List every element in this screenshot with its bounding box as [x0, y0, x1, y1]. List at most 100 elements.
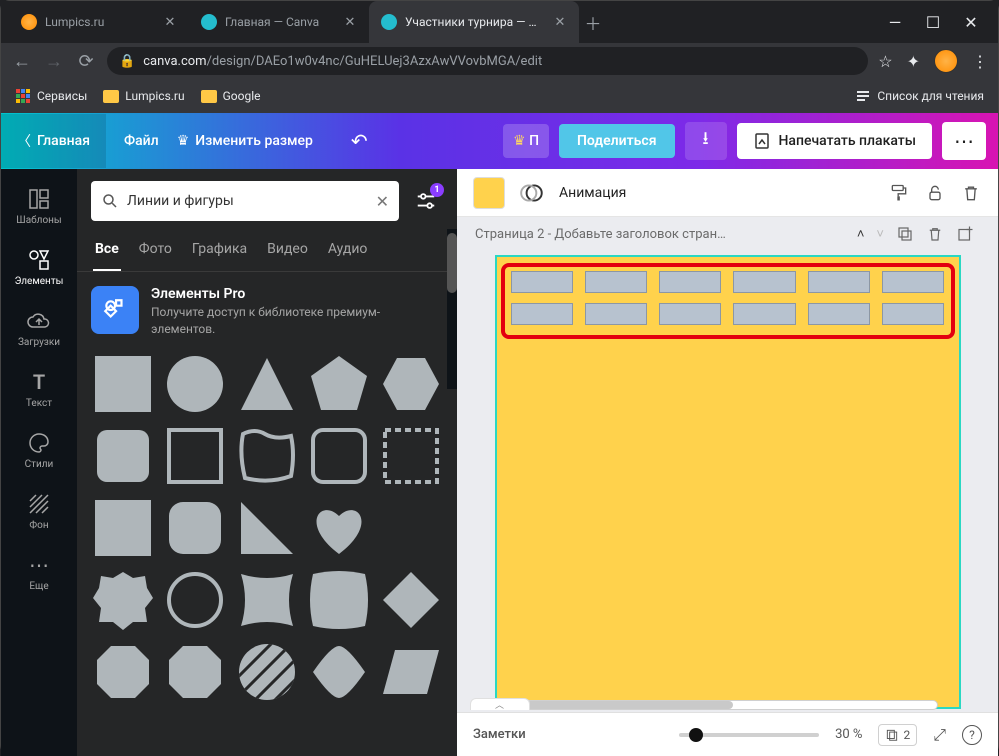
page-title[interactable]: Страница 2 - Добавьте заголовок стран…	[475, 227, 726, 242]
fullscreen-icon[interactable]: ⤢	[933, 725, 946, 745]
shape-circle[interactable]	[163, 352, 227, 416]
rail-more[interactable]: ⋯ Еще	[5, 545, 73, 600]
apps-shortcut[interactable]: Сервисы	[15, 88, 87, 104]
zoom-value[interactable]: 30 %	[835, 727, 862, 742]
search-box[interactable]: ✕	[91, 181, 399, 221]
more-button[interactable]: ⋯	[942, 122, 986, 160]
reading-list[interactable]: Список для чтения	[855, 88, 984, 104]
rail-text[interactable]: T Текст	[5, 362, 73, 417]
elements-icon	[27, 248, 51, 272]
rail-templates[interactable]: Шаблоны	[5, 179, 73, 234]
add-page-icon[interactable]	[956, 225, 974, 243]
shape-cushion[interactable]	[307, 568, 371, 632]
shape-badge[interactable]	[91, 568, 155, 632]
help-icon[interactable]: ?	[962, 725, 982, 745]
shape-square-outline[interactable]	[163, 424, 227, 488]
horizontal-scrollbar[interactable]	[483, 698, 938, 712]
trash-icon[interactable]	[926, 225, 944, 243]
paint-roller-icon[interactable]	[888, 183, 910, 203]
browser-tab[interactable]: Lumpics.ru ✕	[9, 1, 189, 43]
print-button[interactable]: Напечатать плакаты	[737, 123, 933, 159]
close-window-icon[interactable]: ✕	[964, 13, 978, 32]
shape-pentagon[interactable]	[307, 352, 371, 416]
notes-button[interactable]: Заметки	[473, 727, 526, 742]
maximize-icon[interactable]: ☐	[926, 13, 940, 32]
lock-icon: 🔒	[119, 54, 135, 69]
premium-badge[interactable]: ♛ П	[503, 124, 549, 158]
star-icon[interactable]: ☆	[878, 52, 892, 71]
shape-rounded-square-2[interactable]	[163, 496, 227, 560]
duplicate-icon[interactable]	[896, 225, 914, 243]
slider-knob[interactable]	[689, 728, 703, 742]
reload-button[interactable]: ⟳	[75, 51, 97, 72]
download-button[interactable]: ⭳	[685, 122, 727, 160]
shape-heart[interactable]	[307, 496, 371, 560]
shape-circle-outline[interactable]	[163, 568, 227, 632]
clear-icon[interactable]: ✕	[376, 192, 389, 211]
home-button[interactable]: 〈 Главная	[1, 114, 106, 168]
shape-octagon[interactable]	[91, 640, 155, 704]
pro-promo[interactable]: Элементы Pro Получите доступ к библиотек…	[91, 286, 443, 338]
extensions-icon[interactable]: ✦	[907, 52, 920, 71]
shape-dashed-square[interactable]	[379, 424, 443, 488]
minimize-icon[interactable]: —	[888, 13, 902, 32]
tab-video[interactable]: Видео	[265, 233, 310, 271]
chevron-up-icon[interactable]: ˄	[857, 226, 865, 242]
tab-photo[interactable]: Фото	[137, 233, 174, 271]
forward-button[interactable]: →	[43, 51, 65, 72]
filter-button[interactable]: 1	[409, 184, 443, 218]
trash-icon[interactable]	[960, 183, 982, 203]
fill-color-chip[interactable]	[473, 177, 505, 209]
close-icon[interactable]: ✕	[343, 15, 357, 29]
zoom-slider[interactable]	[679, 733, 819, 737]
tab-audio[interactable]: Аудио	[326, 233, 370, 271]
shape-rounded-outline[interactable]	[307, 424, 371, 488]
resize-menu[interactable]: ♛ Изменить размер	[177, 133, 313, 149]
shape-hexagon[interactable]	[379, 352, 443, 416]
page-count[interactable]: 2	[878, 724, 917, 746]
new-tab-button[interactable]: ＋	[579, 1, 607, 43]
panel-scrollbar[interactable]	[447, 229, 457, 389]
shape-hatched-circle[interactable]	[235, 640, 299, 704]
chevron-down-icon[interactable]: ˅	[876, 226, 884, 242]
shape-rounded-square[interactable]	[91, 424, 155, 488]
shape-triangle[interactable]	[235, 352, 299, 416]
page-canvas[interactable]	[495, 255, 961, 709]
back-button[interactable]: ←	[11, 51, 33, 72]
tab-strip: Lumpics.ru ✕ Главная — Canva ✕ Участники…	[9, 1, 607, 43]
url-input[interactable]: 🔒 canva.com/design/DAEo1w0v4nc/GuHELUej3…	[107, 47, 868, 75]
search-input[interactable]	[127, 193, 368, 209]
rail-uploads[interactable]: Загрузки	[5, 301, 73, 356]
bookmark-folder[interactable]: Google	[201, 89, 261, 103]
lock-icon[interactable]	[924, 183, 946, 203]
scrollbar-thumb[interactable]	[447, 233, 457, 293]
rail-styles[interactable]: Стили	[5, 423, 73, 478]
shape-scribble-square[interactable]	[235, 424, 299, 488]
tab-graphics[interactable]: Графика	[190, 233, 249, 271]
close-icon[interactable]: ✕	[163, 15, 177, 29]
profile-avatar[interactable]	[934, 49, 958, 73]
browser-tab[interactable]: Главная — Canva ✕	[189, 1, 369, 43]
rail-elements[interactable]: Элементы	[5, 240, 73, 295]
menu-icon[interactable]: ⋮	[972, 52, 988, 71]
close-icon[interactable]: ✕	[553, 15, 567, 29]
bookmark-folder[interactable]: Lumpics.ru	[103, 89, 184, 103]
animate-label[interactable]: Анимация	[559, 185, 626, 201]
tab-all[interactable]: Все	[93, 233, 121, 271]
shape-diamond[interactable]	[379, 568, 443, 632]
shape-square[interactable]	[91, 352, 155, 416]
text-icon: T	[27, 370, 51, 394]
shape-tv[interactable]	[235, 568, 299, 632]
undo-button[interactable]: ↶	[351, 129, 368, 153]
shape-parallelogram[interactable]	[379, 640, 443, 704]
shape-rounded-diamond[interactable]	[307, 640, 371, 704]
shape-right-triangle[interactable]	[235, 496, 299, 560]
rail-background[interactable]: Фон	[5, 484, 73, 539]
expand-handle[interactable]: ︿	[470, 698, 530, 710]
shape-square-2[interactable]	[91, 496, 155, 560]
shape-octagon-2[interactable]	[163, 640, 227, 704]
browser-tab[interactable]: Участники турнира — Плакат ✕	[369, 1, 579, 43]
file-menu[interactable]: Файл	[124, 133, 159, 149]
canvas-viewport[interactable]	[457, 249, 998, 712]
share-button[interactable]: Поделиться	[559, 124, 674, 158]
